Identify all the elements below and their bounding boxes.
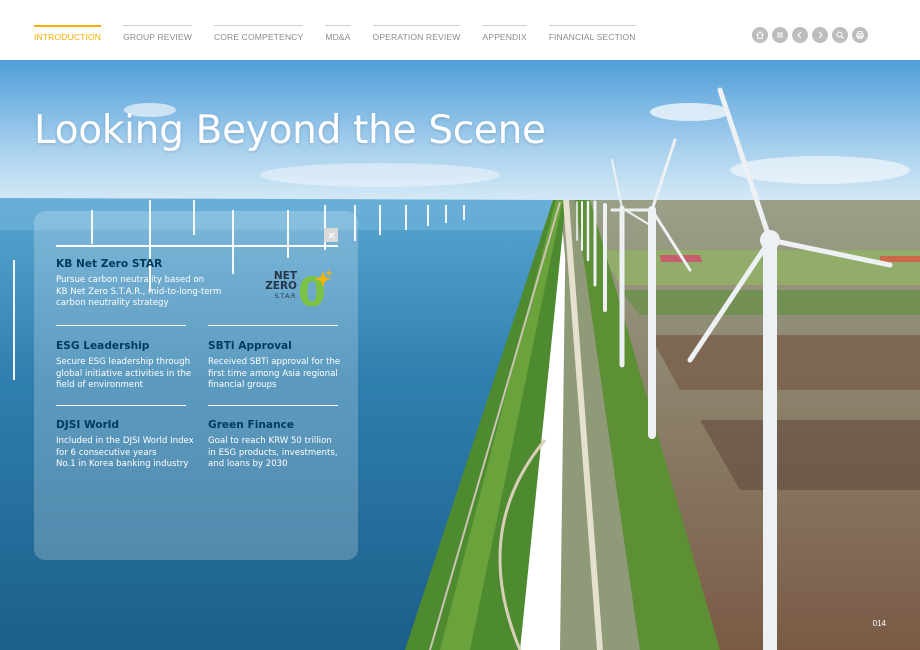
print-icon (856, 31, 864, 39)
section-desc: Included in the DJSI World Index for 6 c… (56, 436, 194, 470)
home-icon (756, 31, 764, 39)
page-number: 014 (872, 619, 886, 628)
toolbar (752, 27, 868, 43)
next-button[interactable] (812, 27, 828, 43)
main-nav: INTRODUCTION GROUP REVIEW CORE COMPETENC… (34, 25, 658, 42)
close-icon (327, 231, 335, 239)
section-title: ESG Leadership (56, 340, 150, 352)
section-net-zero-star: KB Net Zero STAR Pursue carbon neutralit… (56, 258, 266, 310)
net-zero-star-logo: NET ZERO S.T.A.R. 0 (257, 269, 337, 311)
zero-star-icon: 0 (298, 269, 333, 309)
divider (208, 405, 338, 406)
nav-group-review[interactable]: GROUP REVIEW (123, 25, 192, 42)
section-title: Green Finance (208, 419, 295, 431)
section-title: DJSI World (56, 419, 120, 431)
nav-operation-review[interactable]: OPERATION REVIEW (372, 25, 461, 42)
nav-appendix[interactable]: APPENDIX (482, 25, 527, 42)
section-sbti-approval: SBTi Approval Received SBTi approval for… (208, 340, 358, 392)
section-djsi-world: DJSI World Included in the DJSI World In… (56, 419, 206, 471)
section-desc: Secure ESG leadership through global ini… (56, 357, 192, 391)
close-button[interactable] (324, 228, 338, 242)
nav-core-competency[interactable]: CORE COMPETENCY (213, 25, 304, 42)
section-esg-leadership: ESG Leadership Secure ESG leadership thr… (56, 340, 206, 392)
divider (56, 405, 186, 406)
divider (56, 325, 186, 326)
section-green-finance: Green Finance Goal to reach KRW 50 trill… (208, 419, 358, 471)
info-panel: KB Net Zero STAR Pursue carbon neutralit… (34, 211, 358, 560)
menu-icon (777, 32, 783, 38)
search-button[interactable] (832, 27, 848, 43)
section-title: SBTi Approval (208, 340, 292, 352)
print-button[interactable] (852, 27, 868, 43)
section-desc: Pursue carbon neutrality based on KB Net… (56, 275, 222, 309)
search-icon (836, 31, 844, 39)
nav-introduction[interactable]: INTRODUCTION (34, 25, 102, 42)
next-icon (818, 31, 823, 39)
section-desc: Goal to reach KRW 50 trillion in ESG pro… (208, 436, 338, 470)
top-bar: INTRODUCTION GROUP REVIEW CORE COMPETENC… (0, 0, 920, 60)
nav-financial-section[interactable]: FINANCIAL SECTION (548, 25, 636, 42)
prev-button[interactable] (792, 27, 808, 43)
logo-text: NET ZERO (265, 270, 297, 292)
hero-headline: Looking Beyond the Scene (34, 108, 546, 153)
logo-subtext: S.T.A.R. (274, 293, 297, 300)
divider (208, 325, 338, 326)
menu-button[interactable] (772, 27, 788, 43)
section-title: KB Net Zero STAR (56, 258, 163, 270)
home-button[interactable] (752, 27, 768, 43)
section-desc: Received SBTi approval for the first tim… (208, 357, 341, 391)
prev-icon (797, 31, 802, 39)
panel-top-divider (56, 245, 338, 247)
nav-mda[interactable]: MD&A (325, 25, 351, 42)
